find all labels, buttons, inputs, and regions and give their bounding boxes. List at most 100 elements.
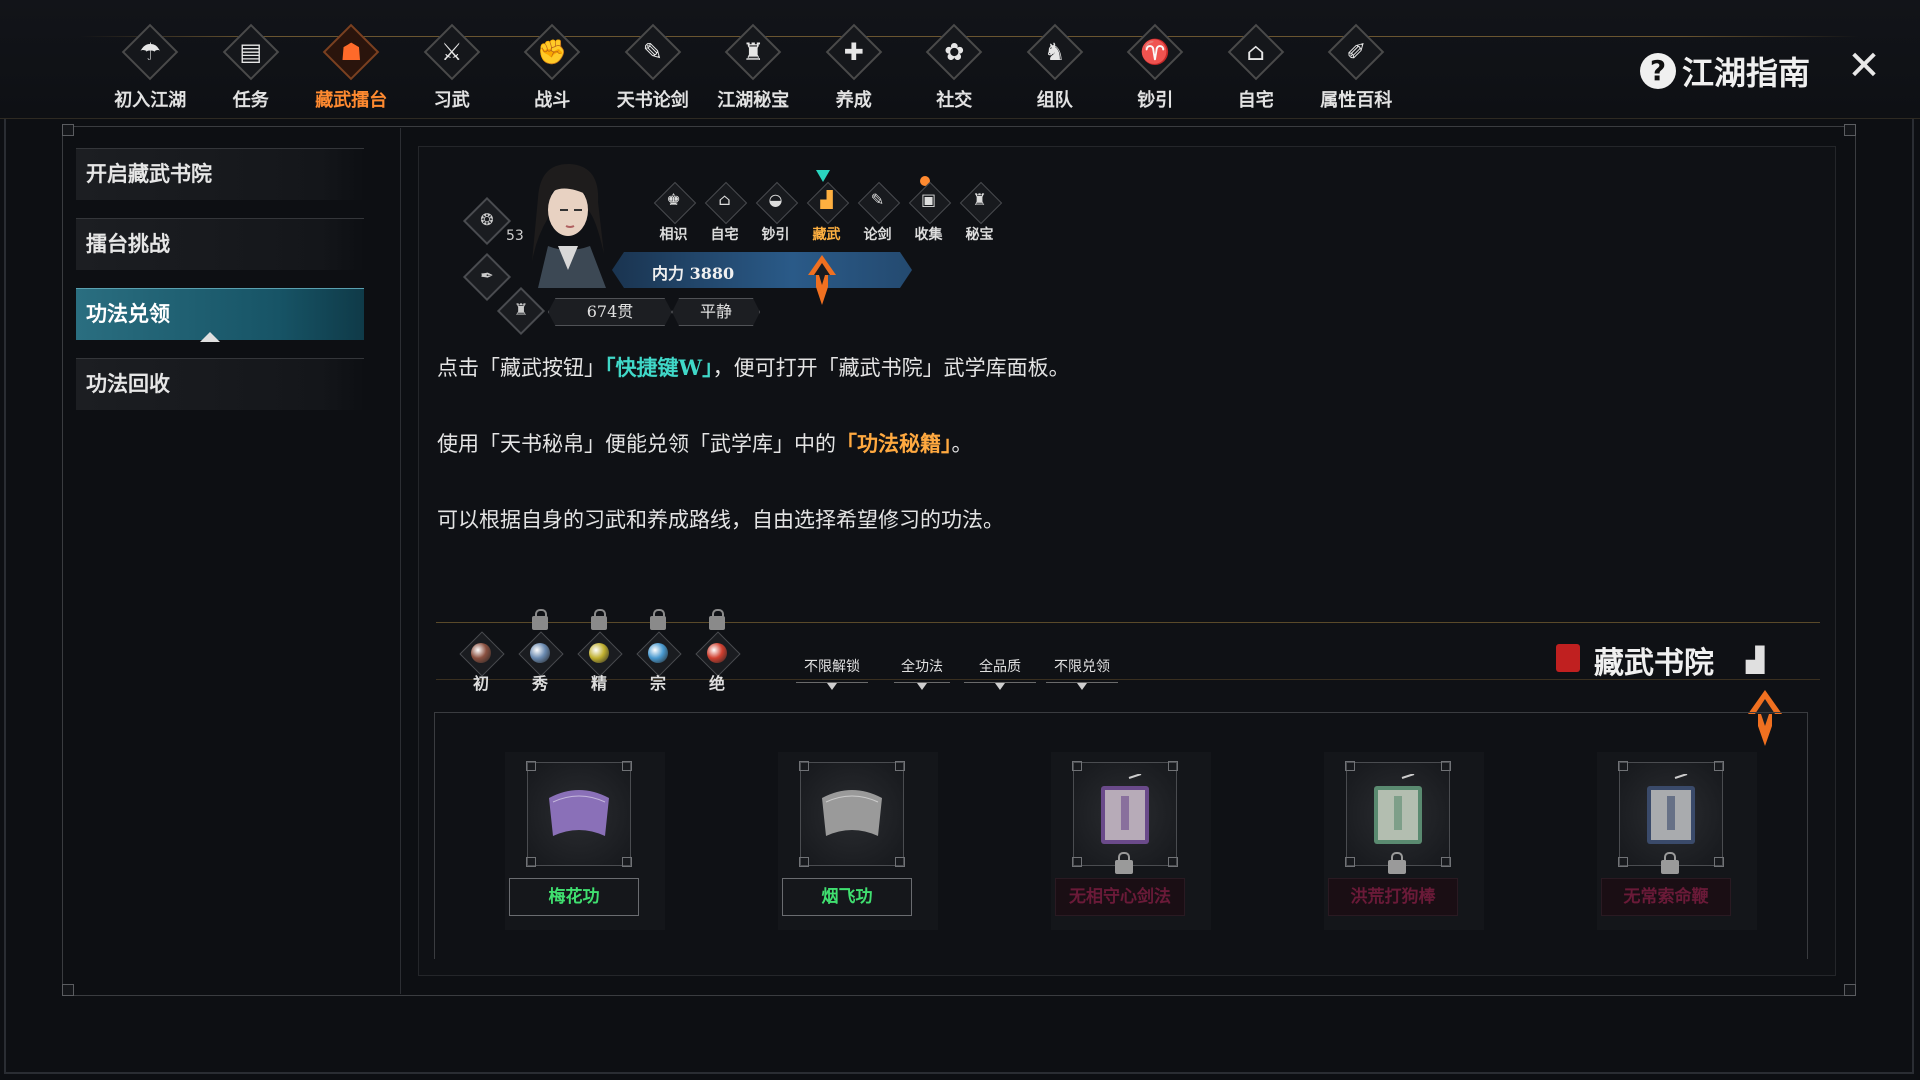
- frame-corner: [1618, 857, 1628, 867]
- skill-item-2[interactable]: 无相守心剑法: [1053, 761, 1213, 922]
- pouch-icon: ♜: [513, 300, 529, 319]
- frame-corner: [895, 761, 905, 771]
- filter-label: 全功法: [901, 659, 943, 675]
- scroll-icon: ▤: [239, 38, 263, 66]
- guide-text: 使用「天书秘帛」便能兑领「武学库」中的: [437, 432, 836, 456]
- frame-corner: [1714, 761, 1724, 771]
- orange-arrow-icon: [808, 255, 836, 305]
- shortcut-label: 钞引: [761, 227, 790, 243]
- shortcut-3[interactable]: ▟ 藏武: [801, 181, 852, 243]
- shortcut-4[interactable]: ✎ 论剑: [852, 181, 903, 243]
- guide-line-1: 点击「藏武按钮」「快捷键W」，便可打开「藏武书院」武学库面板。: [437, 352, 1070, 382]
- nav-tab-2[interactable]: ☗ 藏武擂台: [301, 23, 402, 112]
- grade-orb-icon: [648, 643, 668, 663]
- shortcut-0[interactable]: ♚ 相识: [648, 181, 699, 243]
- sword-icon: ⚔: [440, 38, 463, 66]
- grade-filter-4[interactable]: 绝: [688, 609, 746, 696]
- nav-tab-12[interactable]: ✐ 属性百科: [1306, 23, 1407, 112]
- shortcut-label: 收集: [914, 227, 943, 243]
- nav-tab-label: 组队: [1036, 90, 1073, 111]
- shortcut-6[interactable]: ♜ 秘宝: [954, 181, 1005, 243]
- skill-name: 无相守心剑法: [1055, 878, 1185, 916]
- frame-corner: [895, 857, 905, 867]
- close-button[interactable]: ✕: [1844, 46, 1884, 86]
- sidebar-item-open-academy[interactable]: 开启藏武书院: [76, 148, 364, 200]
- frame-corner: [1844, 984, 1856, 996]
- frame-corner: [526, 761, 536, 771]
- guide-title: ? 江湖指南: [1640, 48, 1810, 94]
- grade-label: 秀: [531, 674, 548, 693]
- sidebar-item-skill-recycle[interactable]: 功法回收: [76, 358, 364, 410]
- skill-item-3[interactable]: 洪荒打狗棒: [1326, 761, 1486, 922]
- skill-item-1[interactable]: 烟飞功: [780, 761, 940, 922]
- character-shortcuts: ♚ 相识 ⌂ 自宅 ◒ 钞引 ▟ 藏武 ✎ 论剑 ▣ 收集 ♜ 秘宝: [648, 181, 1005, 243]
- help-icon[interactable]: ?: [1640, 53, 1676, 89]
- filter-dropdown-2[interactable]: 全品质: [964, 656, 1036, 690]
- treasure-bag-icon: ♜: [742, 38, 764, 66]
- grade-filter-2[interactable]: 精: [570, 609, 628, 696]
- shortcut-label: 相识: [659, 227, 688, 243]
- power-value: 内力 3880: [652, 264, 735, 283]
- sidebar-item-arena-challenge[interactable]: 擂台挑战: [76, 218, 364, 270]
- mood-display: 平静: [672, 298, 760, 326]
- chevron-down-icon: [827, 683, 837, 690]
- skill-book-icon: [1618, 761, 1724, 867]
- nav-tab-8[interactable]: ✿ 社交: [904, 23, 1005, 112]
- shortcut-icon: ✎: [870, 190, 885, 209]
- frame-corner: [622, 761, 632, 771]
- nav-tab-6[interactable]: ♜ 江湖秘宝: [703, 23, 804, 112]
- nav-tab-label: 养成: [835, 90, 872, 111]
- swirl-icon: ❂: [480, 210, 494, 229]
- shortcut-2[interactable]: ◒ 钞引: [750, 181, 801, 243]
- frame-corner: [622, 857, 632, 867]
- lock-icon: [650, 609, 666, 630]
- shortcut-icon: ♜: [972, 190, 987, 209]
- lock-icon: [1115, 852, 1133, 874]
- top-navigation: ☂ 初入江湖 ▤ 任务 ☗ 藏武擂台 ⚔ 习武 ✊ 战斗 ✎ 天书论剑 ♜ 江湖秘宝 ✚ 养成 ✿ 社交 ♞ 组队 ♈ 钞…: [0, 0, 1920, 119]
- sidebar-item-skill-redeem[interactable]: 功法兑领: [76, 288, 364, 342]
- frame-corner: [526, 857, 536, 867]
- grade-filter-0[interactable]: 初: [452, 616, 510, 696]
- skill-item-4[interactable]: 无常索命鞭: [1599, 761, 1759, 922]
- character-portrait[interactable]: [518, 158, 614, 288]
- feather-icon: ✒: [480, 266, 494, 285]
- nav-tab-label: 属性百科: [1320, 90, 1393, 111]
- seal-icon: [1556, 644, 1580, 672]
- nav-tab-10[interactable]: ♈ 钞引: [1105, 23, 1206, 112]
- nav-tab-0[interactable]: ☂ 初入江湖: [100, 23, 201, 112]
- nav-tab-9[interactable]: ♞ 组队: [1005, 23, 1106, 112]
- filter-label: 不限解锁: [804, 659, 860, 675]
- filter-dropdown-0[interactable]: 不限解锁: [796, 656, 868, 690]
- skill-name: 烟飞功: [782, 878, 912, 916]
- nav-tab-4[interactable]: ✊ 战斗: [502, 23, 603, 112]
- frame-corner: [1844, 124, 1856, 136]
- filter-label: 不限兑领: [1054, 659, 1110, 675]
- nav-tab-1[interactable]: ▤ 任务: [201, 23, 302, 112]
- book-icon[interactable]: ▟: [1746, 646, 1764, 674]
- filter-dropdown-3[interactable]: 不限兑领: [1046, 656, 1118, 690]
- grade-orb-icon: [530, 643, 550, 663]
- grade-filter-1[interactable]: 秀: [511, 609, 569, 696]
- skill-item-0[interactable]: 梅花功: [507, 761, 667, 922]
- frame-corner: [1168, 857, 1178, 867]
- filter-dropdown-1[interactable]: 全功法: [894, 656, 950, 690]
- nav-tab-11[interactable]: ⌂ 自宅: [1206, 23, 1307, 112]
- shortcut-1[interactable]: ⌂ 自宅: [699, 181, 750, 243]
- nav-tab-7[interactable]: ✚ 养成: [804, 23, 905, 112]
- nav-tab-3[interactable]: ⚔ 习武: [402, 23, 503, 112]
- shortcut-5[interactable]: ▣ 收集: [903, 181, 954, 243]
- frame-corner: [799, 857, 809, 867]
- fan-icon: ✿: [944, 38, 965, 66]
- growth-icon: ✚: [843, 38, 864, 66]
- frame-corner: [1345, 857, 1355, 867]
- guide-text: 。: [951, 432, 973, 456]
- nav-tab-label: 钞引: [1137, 90, 1174, 111]
- nav-tab-label: 天书论剑: [616, 90, 689, 111]
- shortcut-icon: ◒: [768, 190, 783, 209]
- grade-label: 绝: [708, 674, 725, 693]
- skill-book-icon: [526, 761, 632, 867]
- grade-filter-3[interactable]: 宗: [629, 609, 687, 696]
- encyclopedia-icon: ✐: [1346, 38, 1367, 66]
- nav-tab-5[interactable]: ✎ 天书论剑: [603, 23, 704, 112]
- shortcut-label: 自宅: [710, 227, 739, 243]
